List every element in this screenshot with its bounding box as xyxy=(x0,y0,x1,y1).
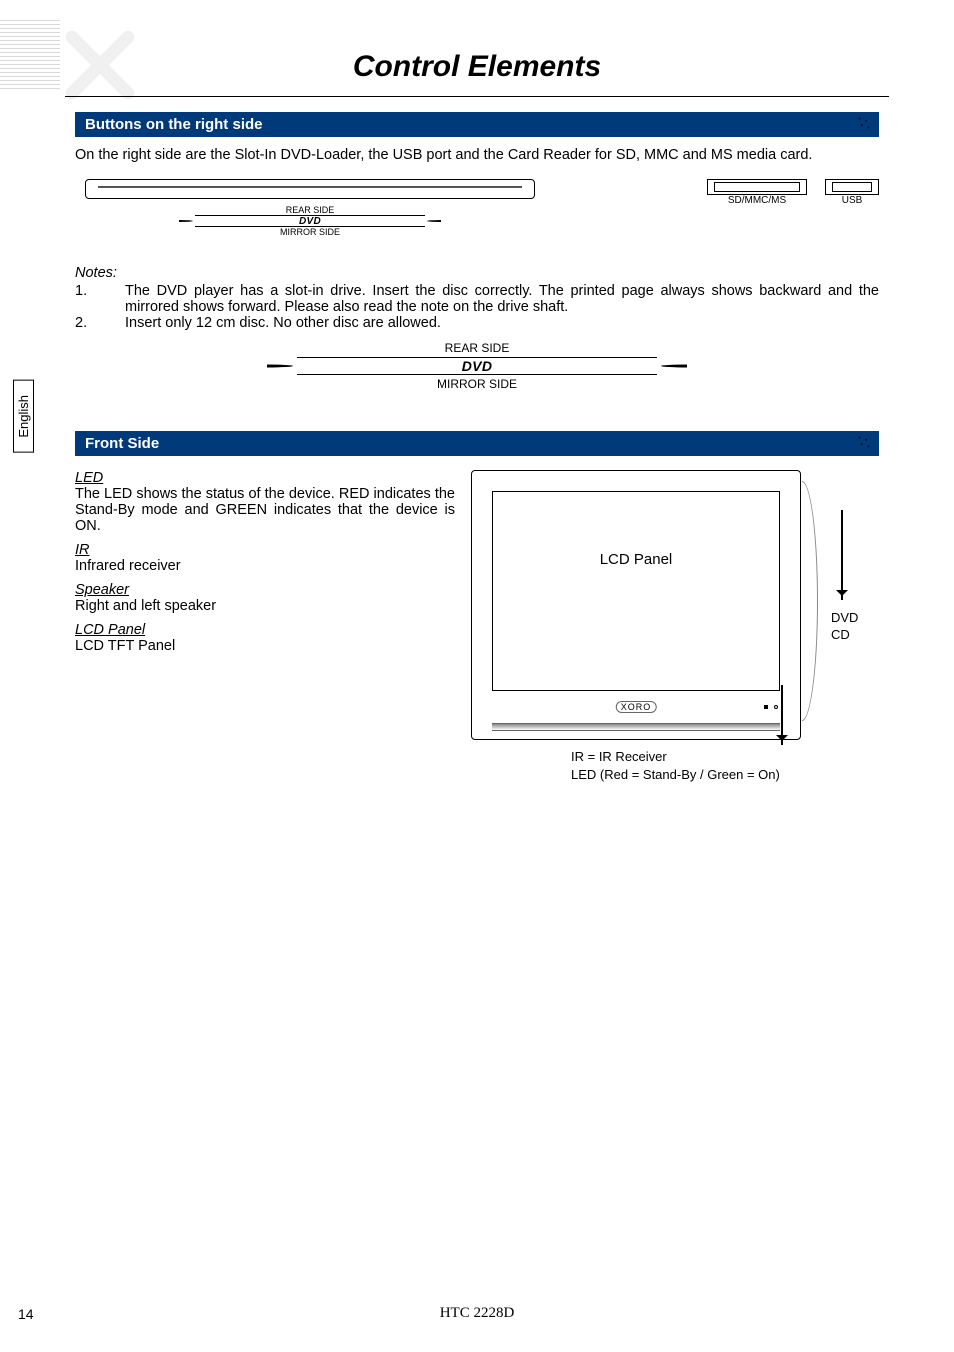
side-view-diagram: REAR SIDE DVD MIRROR SIDE xyxy=(75,179,707,237)
tv-outline: LCD Panel XORO xyxy=(471,470,801,740)
led-heading: LED xyxy=(75,470,455,486)
dvd-slot-diagram-large: REAR SIDE DVD MIRROR SIDE xyxy=(297,341,657,391)
page-number: 14 xyxy=(18,1306,34,1322)
dvd-slot-front-icon xyxy=(492,723,780,731)
led-indicator-icon xyxy=(774,705,778,709)
front-view-diagram: LCD Panel XORO DVD CD IR = IR Receiver L… xyxy=(471,470,879,784)
title-underline xyxy=(65,96,889,97)
label-rear-side-small: REAR SIDE xyxy=(195,205,425,215)
note-2-number: 2. xyxy=(75,315,125,331)
usb-port-icon xyxy=(825,179,879,195)
tv-screen-outline xyxy=(492,491,780,691)
diagram-ir-caption: IR = IR Receiver xyxy=(571,748,879,766)
ports-group: SD/MMC/MS USB xyxy=(707,179,879,206)
diagram-led-caption: LED (Red = Stand-By / Green = On) xyxy=(571,766,879,784)
dvd-logo-text-large: DVD xyxy=(462,358,492,374)
ir-indicator-icon xyxy=(764,705,768,709)
arrow-to-dvdcd-icon xyxy=(841,510,843,600)
dvd-slot-icon-small: DVD xyxy=(195,215,425,227)
lcd-panel-heading: LCD Panel xyxy=(75,622,455,638)
dvd-logo-text-small: DVD xyxy=(299,216,321,227)
notes-heading: Notes: xyxy=(75,265,879,281)
ir-description: Infrared receiver xyxy=(75,558,455,574)
label-usb: USB xyxy=(825,195,879,206)
page-title: Control Elements xyxy=(0,50,954,84)
footer-model: HTC 2228D xyxy=(0,1305,954,1322)
right-side-diagrams-row: REAR SIDE DVD MIRROR SIDE SD/MMC/MS USB xyxy=(75,179,879,237)
right-side-intro-text: On the right side are the Slot-In DVD-Lo… xyxy=(75,147,879,163)
language-tab: English xyxy=(13,380,34,453)
device-side-outline xyxy=(85,179,535,199)
speaker-heading: Speaker xyxy=(75,582,455,598)
section-heading-front-side: Front Side xyxy=(75,431,879,456)
diagram-dvd-cd-label: DVD CD xyxy=(831,610,858,644)
led-description: The LED shows the status of the device. … xyxy=(75,486,455,534)
note-1-text: The DVD player has a slot-in drive. Inse… xyxy=(125,283,879,315)
note-2-text: Insert only 12 cm disc. No other disc ar… xyxy=(125,315,879,331)
notes-list: 1. The DVD player has a slot-in drive. I… xyxy=(75,283,879,331)
label-rear-side-large: REAR SIDE xyxy=(297,341,657,355)
label-sdmmc: SD/MMC/MS xyxy=(707,195,807,206)
section-heading-right-side: Buttons on the right side xyxy=(75,112,879,137)
speaker-outline-icon xyxy=(802,481,818,721)
ir-heading: IR xyxy=(75,542,455,558)
diagram-lcd-panel-label: LCD Panel xyxy=(472,551,800,568)
diagram-dvd-label: DVD xyxy=(831,610,858,627)
front-side-text-column: LED The LED shows the status of the devi… xyxy=(75,470,455,784)
diagram-cd-label: CD xyxy=(831,627,858,644)
note-1-number: 1. xyxy=(75,283,125,315)
arrow-to-slot-icon xyxy=(781,685,783,745)
sd-mmc-ms-port-icon xyxy=(707,179,807,195)
speaker-description: Right and left speaker xyxy=(75,598,455,614)
label-mirror-side-large: MIRROR SIDE xyxy=(297,377,657,391)
lcd-panel-description: LCD TFT Panel xyxy=(75,638,455,654)
label-mirror-side-small: MIRROR SIDE xyxy=(195,227,425,237)
diagram-brand-label: XORO xyxy=(616,701,657,713)
